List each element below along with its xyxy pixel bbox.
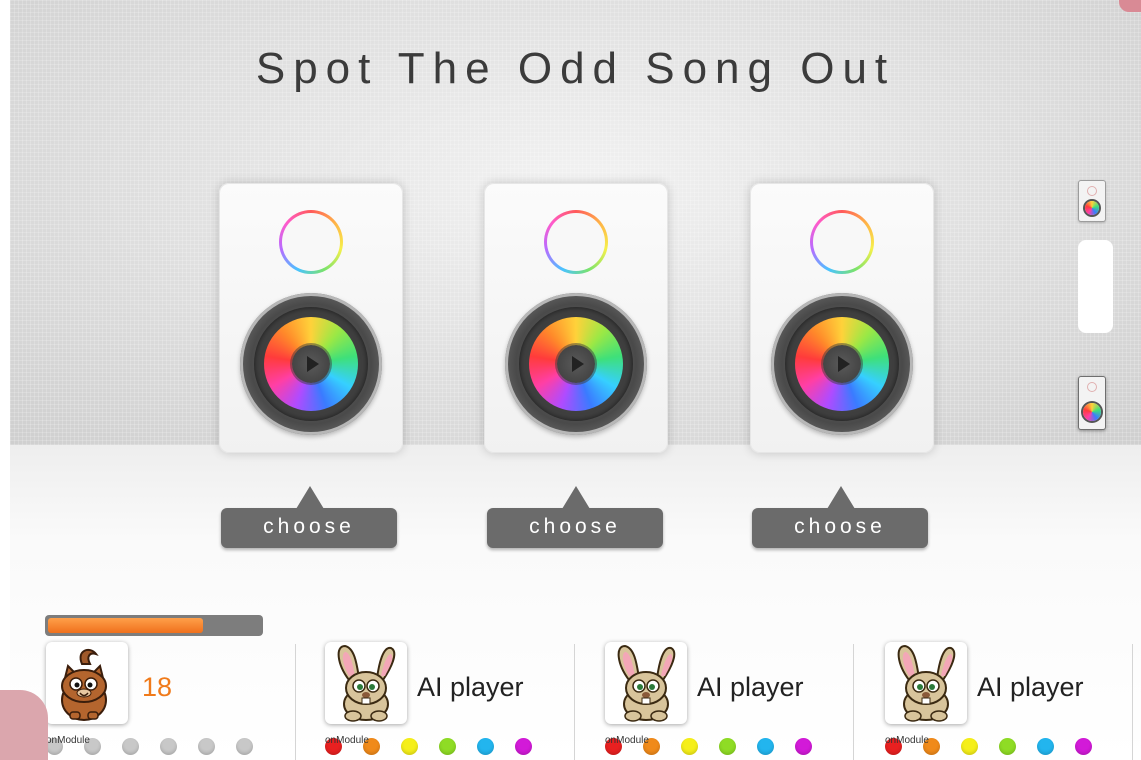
status-dot [795, 738, 812, 755]
choose-button-1[interactable]: choose [221, 486, 397, 548]
divider [295, 644, 296, 760]
status-dot [477, 738, 494, 755]
speaker-2[interactable] [484, 183, 668, 453]
player-score: 18 [142, 672, 173, 702]
mini-tweeter-icon [1087, 186, 1097, 196]
side-panel [1078, 240, 1113, 333]
woofer-icon [505, 293, 647, 435]
rabbit-icon [605, 642, 687, 724]
status-dot [198, 738, 215, 755]
divider [1132, 644, 1133, 760]
choose-button-2[interactable]: choose [487, 486, 663, 548]
status-dot [515, 738, 532, 755]
rabbit-icon [885, 642, 967, 724]
game-stage: Spot The Odd Song Out choose choose choo… [10, 0, 1141, 760]
choose-button-3[interactable]: choose [752, 486, 928, 548]
tweeter-ring-icon [544, 210, 608, 274]
player-name: AI player [697, 672, 804, 702]
mini-tweeter-icon [1087, 382, 1097, 392]
timer-fill [48, 618, 203, 633]
player-panel-2: AI player onModule [325, 642, 601, 760]
status-dot [236, 738, 253, 755]
mini-woofer-icon [1085, 201, 1099, 215]
speaker-1[interactable] [219, 183, 403, 453]
dots-label: onModule [885, 735, 929, 746]
dots-label: onModule [325, 735, 369, 746]
dots-label: onModule [46, 735, 90, 746]
player-panel-3: AI player onModule [605, 642, 881, 760]
rabbit-icon [325, 642, 407, 724]
woofer-icon [771, 293, 913, 435]
status-dot [757, 738, 774, 755]
tweeter-ring-icon [810, 210, 874, 274]
status-dot [401, 738, 418, 755]
cat-icon [46, 642, 128, 724]
status-dot [1037, 738, 1054, 755]
status-dot [1075, 738, 1092, 755]
status-dot [160, 738, 177, 755]
play-icon[interactable] [292, 345, 330, 383]
status-dot [961, 738, 978, 755]
player-panel-1: 18 onModule [46, 642, 322, 760]
mini-speaker-bottom[interactable] [1078, 376, 1106, 430]
player-panel-4: AI player onModule [885, 642, 1141, 760]
player-dots: onModule [605, 735, 835, 758]
status-dot [122, 738, 139, 755]
player-name: AI player [417, 672, 524, 702]
woofer-icon [240, 293, 382, 435]
play-icon[interactable] [557, 345, 595, 383]
dots-label: onModule [605, 735, 649, 746]
divider [574, 644, 575, 760]
play-icon[interactable] [823, 345, 861, 383]
mini-woofer-icon [1083, 403, 1101, 421]
status-dot [719, 738, 736, 755]
player-dots: onModule [46, 735, 276, 758]
game-title: Spot The Odd Song Out [255, 44, 896, 93]
player-dots: onModule [325, 735, 555, 758]
player-dots: onModule [885, 735, 1115, 758]
player-name: AI player [977, 672, 1084, 702]
mini-speaker-top[interactable] [1078, 180, 1106, 222]
status-dot [439, 738, 456, 755]
divider [853, 644, 854, 760]
timer-bar [45, 615, 263, 636]
speaker-3[interactable] [750, 183, 934, 453]
corner-decoration [1119, 0, 1141, 12]
status-dot [999, 738, 1016, 755]
corner-decoration [0, 690, 48, 760]
tweeter-ring-icon [279, 210, 343, 274]
status-dot [681, 738, 698, 755]
